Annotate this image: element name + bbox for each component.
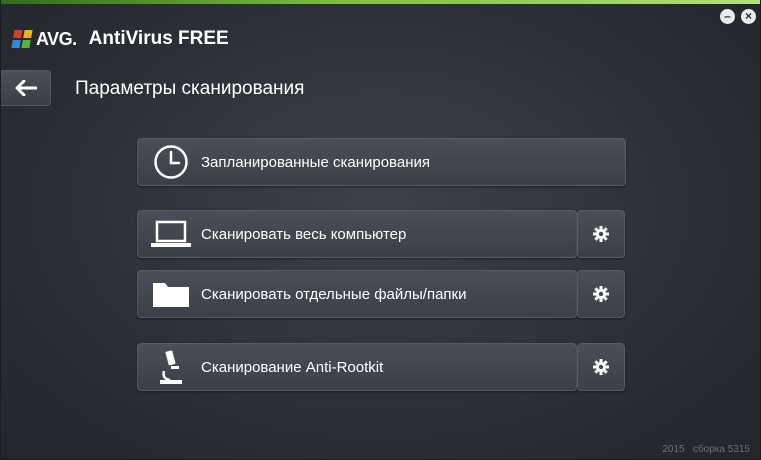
folder-icon [150,271,192,317]
gear-icon [593,226,609,242]
arrow-left-icon [15,80,37,96]
anti-rootkit-scan-button[interactable]: Сканирование Anti-Rootkit [137,343,577,391]
scan-files-settings-button[interactable] [577,270,625,318]
avg-logo-icon [11,30,33,48]
laptop-icon [150,211,192,257]
app-window: – × AVG. AntiVirus FREE Параметры сканир… [0,0,761,460]
brand-logo-text: AVG. [36,28,77,49]
microscope-icon [150,344,192,390]
scheduled-scans-button[interactable]: Запланированные сканирования [137,138,626,186]
clock-icon [150,139,192,185]
scan-computer-label: Сканировать весь компьютер [201,225,407,243]
anti-rootkit-scan-label: Сканирование Anti-Rootkit [201,358,384,376]
close-button[interactable]: × [741,9,756,24]
scan-files-label: Сканировать отдельные файлы/папки [201,285,467,303]
scheduled-scans-label: Запланированные сканирования [201,153,430,171]
anti-rootkit-settings-button[interactable] [577,343,625,391]
gear-icon [593,286,609,302]
scan-computer-button[interactable]: Сканировать весь компьютер [137,210,577,258]
page-title: Параметры сканирования [75,78,305,99]
minimize-button[interactable]: – [720,9,735,24]
gear-icon [593,359,609,375]
back-button[interactable] [1,70,51,106]
scan-computer-settings-button[interactable] [577,210,625,258]
brand: AVG. AntiVirus FREE [11,26,229,52]
product-name: AntiVirus FREE [88,28,229,49]
scan-files-button[interactable]: Сканировать отдельные файлы/папки [137,270,577,318]
build-info: 2015 сборка 5315 [662,444,750,455]
accent-strip [1,0,760,4]
